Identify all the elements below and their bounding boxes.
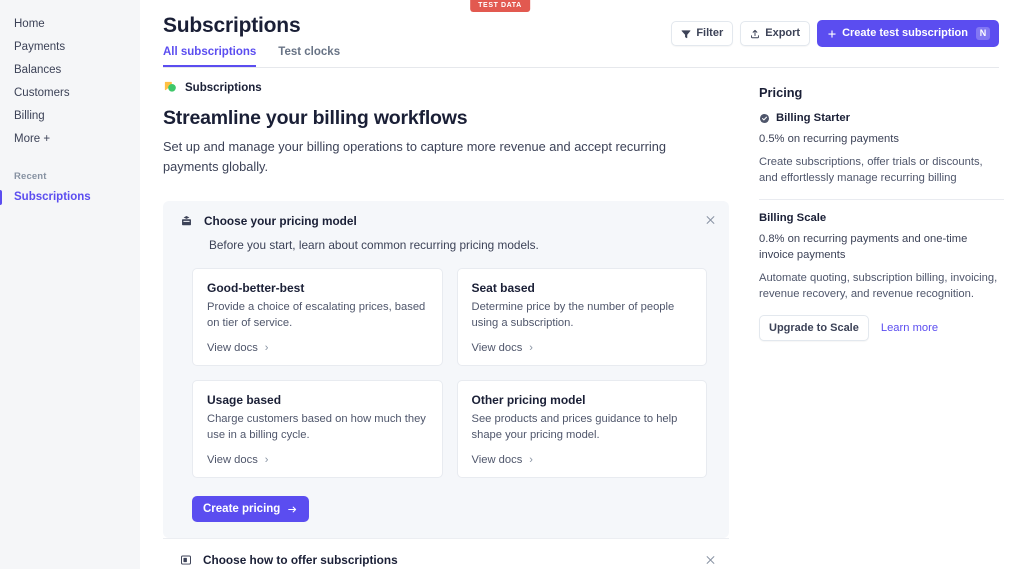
checklist-row-offer-subscriptions[interactable]: Choose how to offer subscriptions [163,538,729,569]
plan-description: Create subscriptions, offer trials or di… [759,156,983,184]
checklist-panel-pricing-model: Choose your pricing model Before you sta… [163,201,729,538]
checklist-panel-header[interactable]: Choose your pricing model [163,201,729,239]
page-header: Subscriptions [163,14,301,38]
product-brand-row: Subscriptions [163,80,729,95]
view-docs-label: View docs [471,342,523,354]
chevron-right-icon: › [264,453,269,466]
create-pricing-cta-wrap: Create pricing [163,478,729,522]
app-root: TEST DATA Home Payments Balances Custome… [0,0,1024,569]
plan-rate: 0.8% on recurring payments and one-time … [759,233,968,261]
card-title: Usage based [207,393,282,407]
sidebar-item-customers[interactable]: Customers [0,82,140,105]
card-title: Other pricing model [471,393,586,407]
checklist-row-title: Choose how to offer subscriptions [203,553,398,567]
card-description: Determine price by the number of people … [471,301,675,329]
create-test-subscription-button[interactable]: Create test subscription N [817,20,999,47]
hero-subtitle: Set up and manage your billing operation… [163,139,666,174]
upgrade-to-scale-button[interactable]: Upgrade to Scale [759,315,869,341]
page-title: Subscriptions [163,14,301,37]
onboarding-checklist: Choose your pricing model Before you sta… [163,201,729,569]
plus-icon [827,29,837,39]
export-button-label: Export [765,27,801,39]
sidebar-item-payments[interactable]: Payments [0,36,140,59]
plan-name-row: Billing Scale [759,212,1004,224]
pricing-model-card[interactable]: Other pricing model See products and pri… [456,380,707,478]
pricing-model-card[interactable]: Good-better-best Provide a choice of esc… [192,268,443,366]
view-docs-label: View docs [207,454,258,466]
product-brand-label: Subscriptions [185,81,262,94]
pricing-model-card[interactable]: Seat based Determine price by the number… [456,268,707,366]
card-description: Charge customers based on how much they … [207,413,426,441]
filter-button[interactable]: Filter [671,21,734,46]
close-icon[interactable] [706,556,715,565]
plan-billing-scale: Billing Scale 0.8% on recurring payments… [759,199,1004,354]
view-docs-link[interactable]: View docs › [472,443,693,466]
close-icon[interactable] [706,216,715,225]
header-actions: Filter Export Create test subscription N [671,20,999,47]
sidebar-item-home[interactable]: Home [0,13,140,36]
sidebar-item-more[interactable]: More + [0,128,140,151]
view-docs-link[interactable]: View docs › [207,331,428,354]
card-description: See products and prices guidance to help… [471,413,678,441]
filter-button-label: Filter [696,27,724,39]
plan-name: Billing Scale [759,212,827,224]
chevron-right-icon: › [529,453,533,466]
test-data-badge: TEST DATA [470,0,530,12]
tab-bar-divider [163,66,999,68]
chevron-right-icon: › [529,341,533,354]
tab-bar: All subscriptions Test clocks [163,45,340,67]
filter-icon [681,29,691,39]
pricing-rail-actions: Upgrade to Scale Learn more [759,315,1004,341]
tab-test-clocks[interactable]: Test clocks [278,45,340,67]
card-title: Seat based [471,281,535,295]
card-description: Provide a choice of escalating prices, b… [207,301,426,329]
export-icon [750,29,760,39]
create-pricing-button[interactable]: Create pricing [192,496,310,522]
learn-more-link[interactable]: Learn more [881,322,938,334]
check-circle-icon [759,113,770,124]
pricing-rail: Pricing Billing Starter 0.5% on recurrin… [759,85,1004,354]
view-docs-label: View docs [471,454,523,466]
pricing-model-card-grid: Good-better-best Provide a choice of esc… [163,252,729,478]
tab-all-subscriptions[interactable]: All subscriptions [163,45,257,67]
card-title: Good-better-best [207,281,305,295]
pricing-model-card[interactable]: Usage based Charge customers based on ho… [192,380,443,478]
view-docs-label: View docs [207,342,258,354]
sidebar-section-recent: Recent [14,171,47,182]
hero-title: Streamline your billing workflows [163,107,468,129]
subscriptions-product-icon [163,80,178,95]
checklist-panel-description: Before you start, learn about common rec… [209,238,539,252]
export-button[interactable]: Export [740,21,811,46]
arrow-right-icon [287,504,298,515]
chevron-right-icon: › [264,341,269,354]
sidebar-item-billing[interactable]: Billing [0,105,140,128]
view-docs-link[interactable]: View docs › [472,331,693,354]
plan-description: Automate quoting, subscription billing, … [759,272,998,300]
view-docs-link[interactable]: View docs › [207,443,428,466]
pricing-rail-title: Pricing [759,85,803,100]
plan-name-row: Billing Starter [759,112,1004,124]
keyboard-shortcut-badge: N [976,27,990,40]
plan-name: Billing Starter [776,112,851,124]
main-sidebar: Home Payments Balances Customers Billing… [0,0,140,569]
create-pricing-label: Create pricing [203,503,281,515]
checklist-panel-title: Choose your pricing model [204,214,357,228]
plan-billing-starter: Billing Starter 0.5% on recurring paymen… [759,112,1004,199]
sidebar-item-subscriptions[interactable]: Subscriptions [0,186,140,209]
sidebar-item-balances[interactable]: Balances [0,59,140,82]
plan-rate: 0.5% on recurring payments [759,133,899,145]
card-icon [180,554,192,566]
create-test-subscription-label: Create test subscription [842,27,968,39]
main-content: Subscriptions Streamline your billing wo… [163,80,729,569]
pricing-model-icon [180,215,193,228]
